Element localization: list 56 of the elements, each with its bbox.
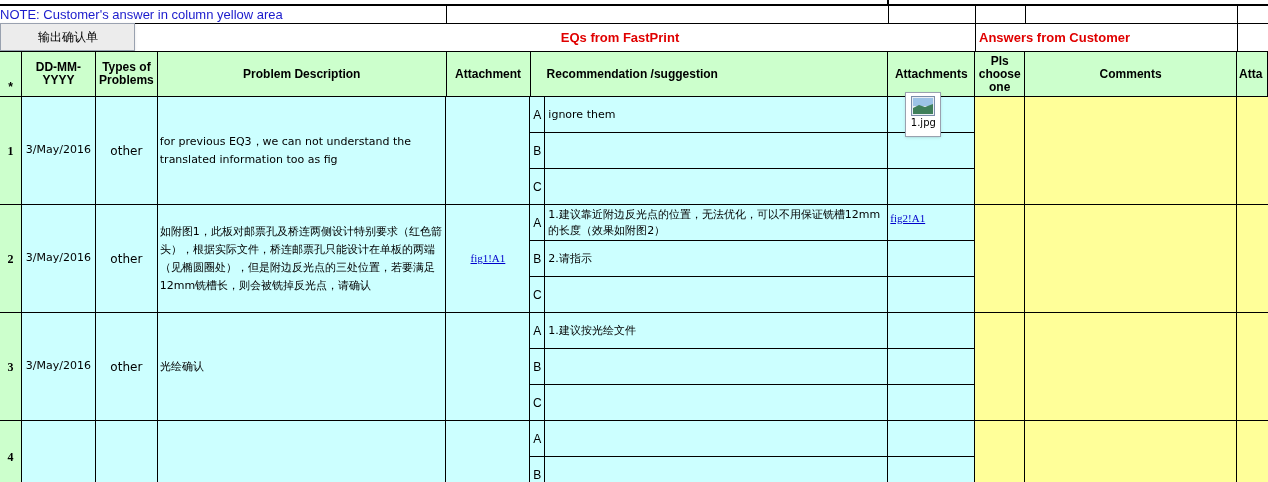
option-letter: B — [530, 349, 546, 385]
problem-type-cell: other — [95, 313, 158, 421]
problem-description: 光绘确认 — [157, 313, 447, 421]
row-number: 3 — [0, 313, 22, 421]
date-cell: 3/May/2016 — [21, 205, 96, 313]
column-header: * — [0, 52, 22, 97]
column-header: DD-MM-YYYY — [22, 52, 96, 97]
attachment-link[interactable]: fig1!A1 — [470, 250, 506, 267]
export-confirmation-button[interactable]: 输出确认单 — [0, 23, 135, 51]
recommendation-cell: ignore them — [545, 97, 889, 133]
comment-cell[interactable] — [1025, 205, 1237, 313]
attachment-link[interactable]: fig2!A1 — [890, 210, 926, 227]
column-header: Attachments — [888, 52, 976, 97]
date-cell: 3/May/2016 — [21, 97, 96, 205]
option-letter: A — [530, 97, 546, 133]
comment-cell[interactable] — [1025, 313, 1237, 421]
option-letter: B — [530, 457, 546, 482]
recommendation-cell: 1.建议靠近附边反光点的位置，无法优化，可以不用保证铣槽12mm的长度（效果如附图2） — [545, 205, 889, 241]
recommendation-cell: 2.请指示 — [545, 241, 889, 277]
comment-cell[interactable] — [1025, 421, 1237, 482]
attachment-cell — [1237, 421, 1268, 482]
option-letter: A — [530, 205, 546, 241]
option-letter: C — [530, 169, 546, 205]
option-letter: C — [530, 277, 546, 313]
section-title: Answers from Customer — [976, 24, 1238, 51]
file-attachment[interactable]: 1.jpg — [905, 92, 942, 137]
column-header: Pls choose one — [975, 52, 1026, 97]
choice-cell[interactable] — [975, 421, 1026, 482]
comment-cell[interactable] — [1025, 97, 1237, 205]
option-letter: A — [530, 313, 546, 349]
problem-type-cell: other — [95, 97, 158, 205]
problem-description: 如附图1，此板对邮票孔及桥连两侧设计特别要求（红色箭头），根据实际文件，桥连邮票孔只能设计在单板的两端（见椭圆圈处），但是附边反光点的三处位置，若要满足12mm铣槽长，则会被铣掉反光点，请确认 — [157, 205, 447, 313]
row-number: 1 — [0, 97, 22, 205]
problem-description: for previous EQ3，we can not understand the translated information too as fig — [157, 97, 447, 205]
image-file-icon — [911, 96, 936, 116]
file-name: 1.jpg — [910, 116, 936, 130]
column-header: Atta — [1237, 52, 1268, 97]
date-cell: 3/May/2016 — [21, 313, 96, 421]
row-number: 2 — [0, 205, 22, 313]
row-number: 4 — [0, 421, 22, 482]
column-header: Types of Problems — [95, 52, 158, 97]
column-header: Attachment — [446, 52, 531, 97]
column-header: Comments — [1025, 52, 1237, 97]
column-header: Recommendation /suggestion — [530, 52, 889, 97]
choice-cell[interactable] — [975, 97, 1026, 205]
option-letter: A — [530, 421, 546, 457]
problem-type-cell — [95, 421, 158, 482]
column-header: Problem Description — [157, 52, 447, 97]
choice-cell[interactable] — [975, 313, 1026, 421]
option-letter: C — [530, 385, 546, 421]
problem-type-cell: other — [95, 205, 158, 313]
option-letter: B — [530, 241, 546, 277]
choice-cell[interactable] — [975, 205, 1026, 313]
option-letter: B — [530, 133, 546, 169]
section-title: EQs from FastPrint — [135, 24, 976, 51]
recommendation-cell: 1.建议按光绘文件 — [545, 313, 889, 349]
